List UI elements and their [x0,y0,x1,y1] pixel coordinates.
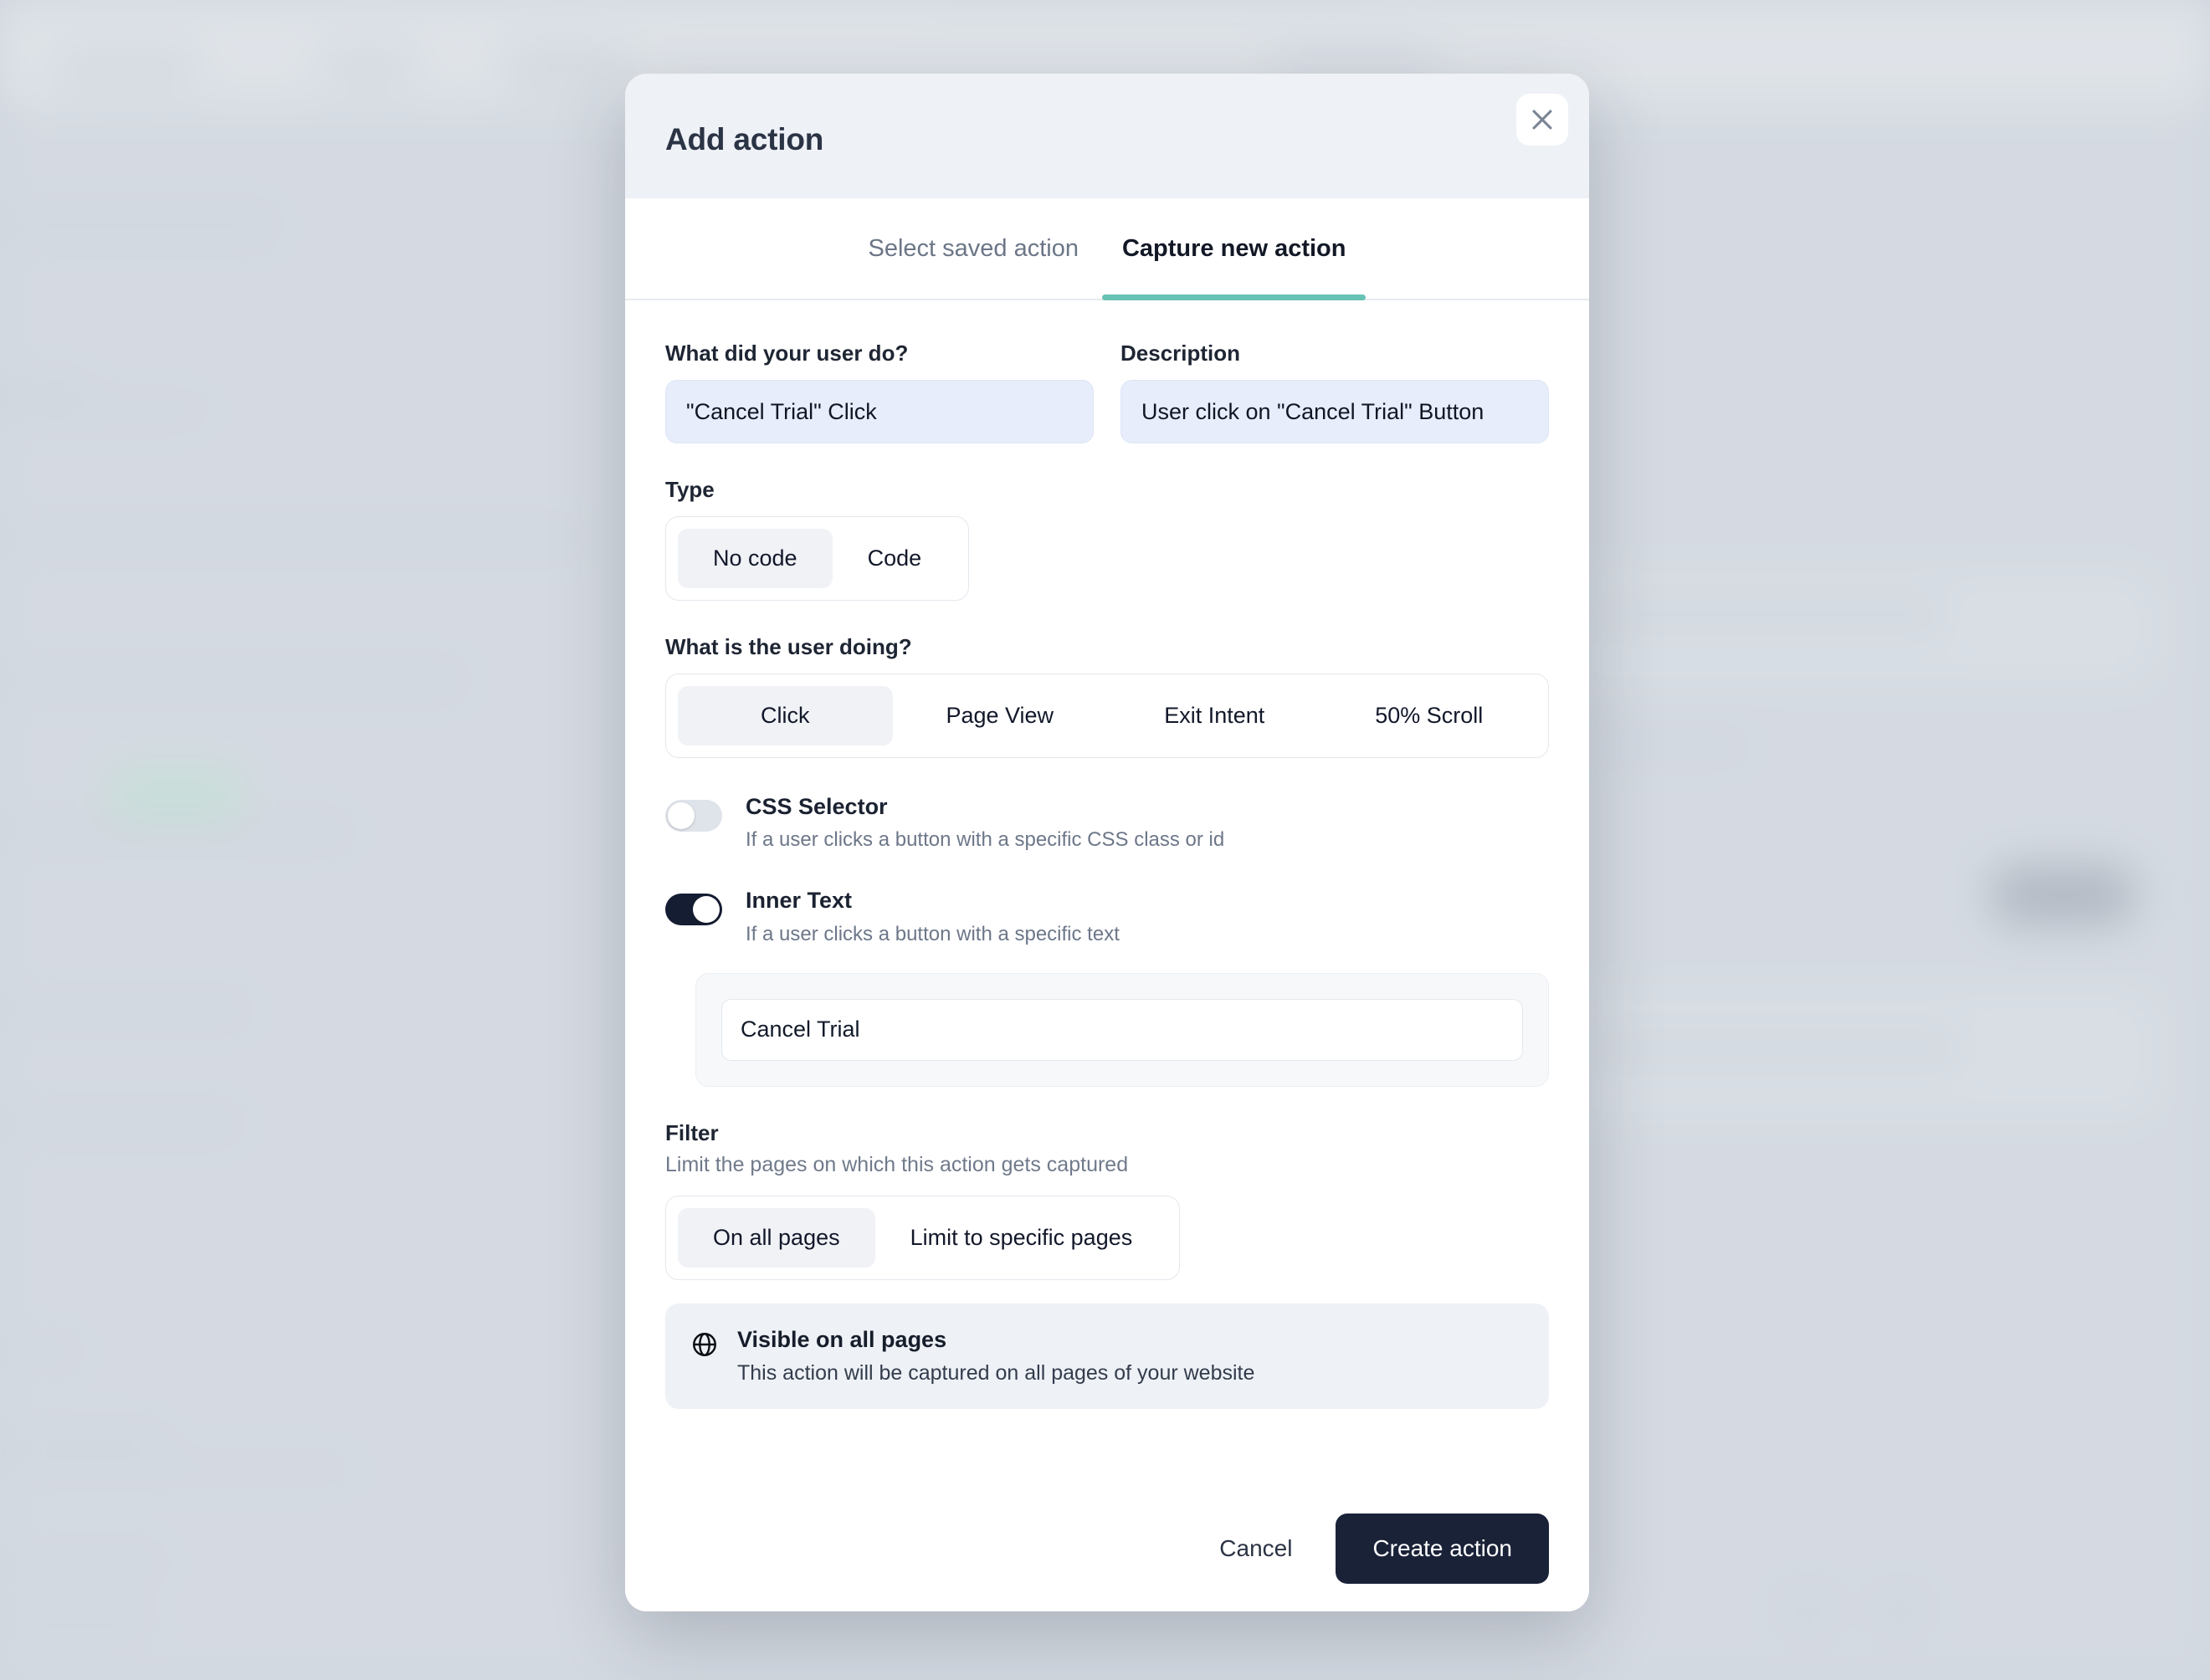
css-selector-description: If a user clicks a button with a specifi… [746,828,1225,852]
activity-option-scroll[interactable]: 50% Scroll [1322,686,1537,745]
inner-text-toggle-row: Inner Text If a user clicks a button wit… [665,887,1549,945]
modal-footer: Cancel Create action [625,1486,1589,1611]
tab-bar: Select saved action Capture new action [625,198,1589,300]
cancel-button[interactable]: Cancel [1194,1517,1317,1580]
banner-texts: Visible on all pages This action will be… [737,1327,1254,1385]
css-selector-toggle-row: CSS Selector If a user clicks a button w… [665,793,1549,852]
modal-header: Add action [625,74,1589,198]
activity-option-exit-intent[interactable]: Exit Intent [1107,686,1322,745]
activity-option-click[interactable]: Click [678,686,893,745]
filter-option-specific-pages[interactable]: Limit to specific pages [875,1208,1168,1268]
type-segmented-control: No code Code [665,516,970,601]
close-icon [1528,105,1556,134]
activity-option-page-view[interactable]: Page View [893,686,1108,745]
description-field-group: Description [1120,341,1549,443]
globe-icon [690,1330,719,1363]
name-field-group: What did your user do? [665,341,1094,443]
type-label: Type [665,477,715,502]
css-selector-title: CSS Selector [746,794,888,819]
activity-label: What is the user doing? [665,634,912,659]
close-button[interactable] [1516,94,1568,146]
toggle-knob [668,802,695,829]
type-group: Type No code Code [665,477,1549,601]
banner-description: This action will be captured on all page… [737,1360,1255,1385]
filter-option-all-pages[interactable]: On all pages [678,1207,875,1268]
type-option-code[interactable]: Code [833,529,957,588]
action-name-input[interactable] [665,380,1094,443]
modal-body: What did your user do? Description Type … [625,300,1589,1486]
inner-text-input[interactable] [721,998,1523,1061]
banner-title: Visible on all pages [737,1326,947,1352]
filter-segmented-control: On all pages Limit to specific pages [665,1195,1181,1280]
page-title: Add action [665,122,824,156]
add-action-modal: Add action Select saved action Capture n… [625,74,1589,1611]
filter-title: Filter [665,1119,719,1145]
filter-description: Limit the pages on which this action get… [665,1152,1129,1176]
inner-text-toggle[interactable] [665,894,722,926]
activity-group: What is the user doing? Click Page View … [665,634,1549,758]
inner-text-title: Inner Text [746,888,853,914]
description-field-label: Description [1120,341,1241,366]
name-and-description-row: What did your user do? Description [665,341,1549,443]
css-selector-texts: CSS Selector If a user clicks a button w… [746,793,1224,852]
css-selector-toggle[interactable] [665,800,722,832]
filter-group: Filter Limit the pages on which this act… [665,1120,1549,1280]
create-action-button[interactable]: Create action [1336,1514,1549,1584]
activity-segmented-control: Click Page View Exit Intent 50% Scroll [665,674,1549,758]
type-option-no-code[interactable]: No code [678,529,833,588]
name-field-label: What did your user do? [665,341,909,366]
action-description-input[interactable] [1120,380,1549,443]
tab-select-saved-action[interactable]: Select saved action [847,198,1100,299]
inner-text-description: If a user clicks a button with a specifi… [746,922,1120,945]
inner-text-texts: Inner Text If a user clicks a button wit… [746,887,1120,945]
tab-capture-new-action[interactable]: Capture new action [1100,198,1368,300]
toggle-knob [693,896,720,924]
visible-on-all-pages-banner: Visible on all pages This action will be… [665,1303,1549,1409]
inner-text-panel [695,972,1549,1087]
